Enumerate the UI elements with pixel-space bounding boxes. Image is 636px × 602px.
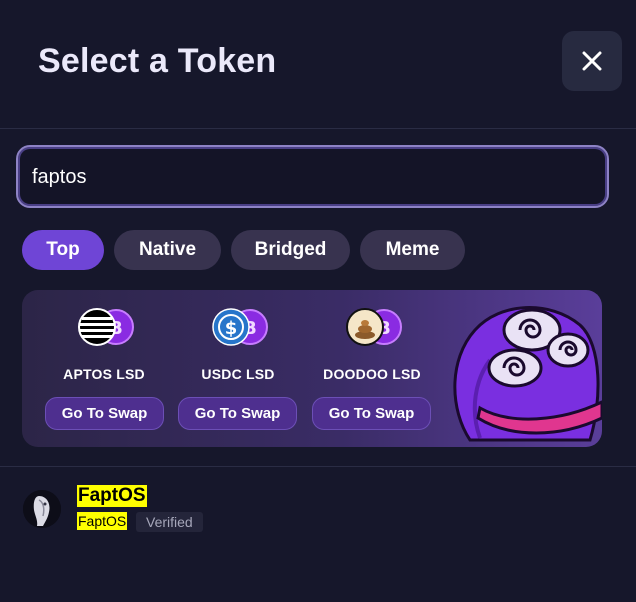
promo-label: DOODOO LSD	[323, 366, 421, 382]
tab-native[interactable]: Native	[114, 230, 221, 270]
aptos-icon: B	[78, 308, 134, 346]
close-button[interactable]	[562, 31, 622, 91]
go-to-swap-button[interactable]: Go To Swap	[312, 397, 431, 430]
tab-bridged[interactable]: Bridged	[231, 230, 350, 270]
go-to-swap-button[interactable]: Go To Swap	[178, 397, 297, 430]
faptos-avatar	[23, 490, 61, 528]
promo-label: USDC LSD	[201, 366, 275, 382]
modal-header: Select a Token	[0, 0, 636, 128]
tab-label: Native	[138, 239, 197, 260]
tab-top[interactable]: Top	[22, 230, 104, 270]
promo-banner: B APTOS LSD Go To Swap B $ USDC LSD Go T…	[22, 290, 602, 447]
pepe-mascot-icon	[453, 306, 602, 442]
results-divider	[0, 466, 636, 467]
header-divider	[0, 128, 636, 129]
close-icon	[582, 51, 602, 71]
tab-label: Meme	[385, 239, 440, 260]
promo-label: APTOS LSD	[63, 366, 145, 382]
search-input[interactable]	[32, 161, 572, 193]
tab-label: Top	[46, 239, 80, 260]
svg-text:$: $	[225, 318, 238, 339]
tab-meme[interactable]: Meme	[360, 230, 465, 270]
verified-badge: Verified	[136, 512, 203, 532]
swap-button-label: Go To Swap	[61, 405, 148, 422]
usdc-icon: B $	[212, 308, 268, 346]
search-box[interactable]	[16, 145, 609, 208]
swap-button-label: Go To Swap	[194, 405, 281, 422]
doodoo-icon: B	[346, 308, 402, 346]
modal-title: Select a Token	[38, 42, 277, 80]
token-name: FaptOS	[77, 485, 147, 507]
go-to-swap-button[interactable]: Go To Swap	[45, 397, 164, 430]
token-symbol: FaptOS	[77, 512, 128, 530]
swap-button-label: Go To Swap	[328, 405, 415, 422]
token-result-row[interactable]: FaptOS FaptOS Verified	[0, 476, 636, 542]
select-token-modal: Select a Token Top Native Bridged Meme B	[0, 0, 636, 602]
tab-label: Bridged	[254, 239, 327, 260]
